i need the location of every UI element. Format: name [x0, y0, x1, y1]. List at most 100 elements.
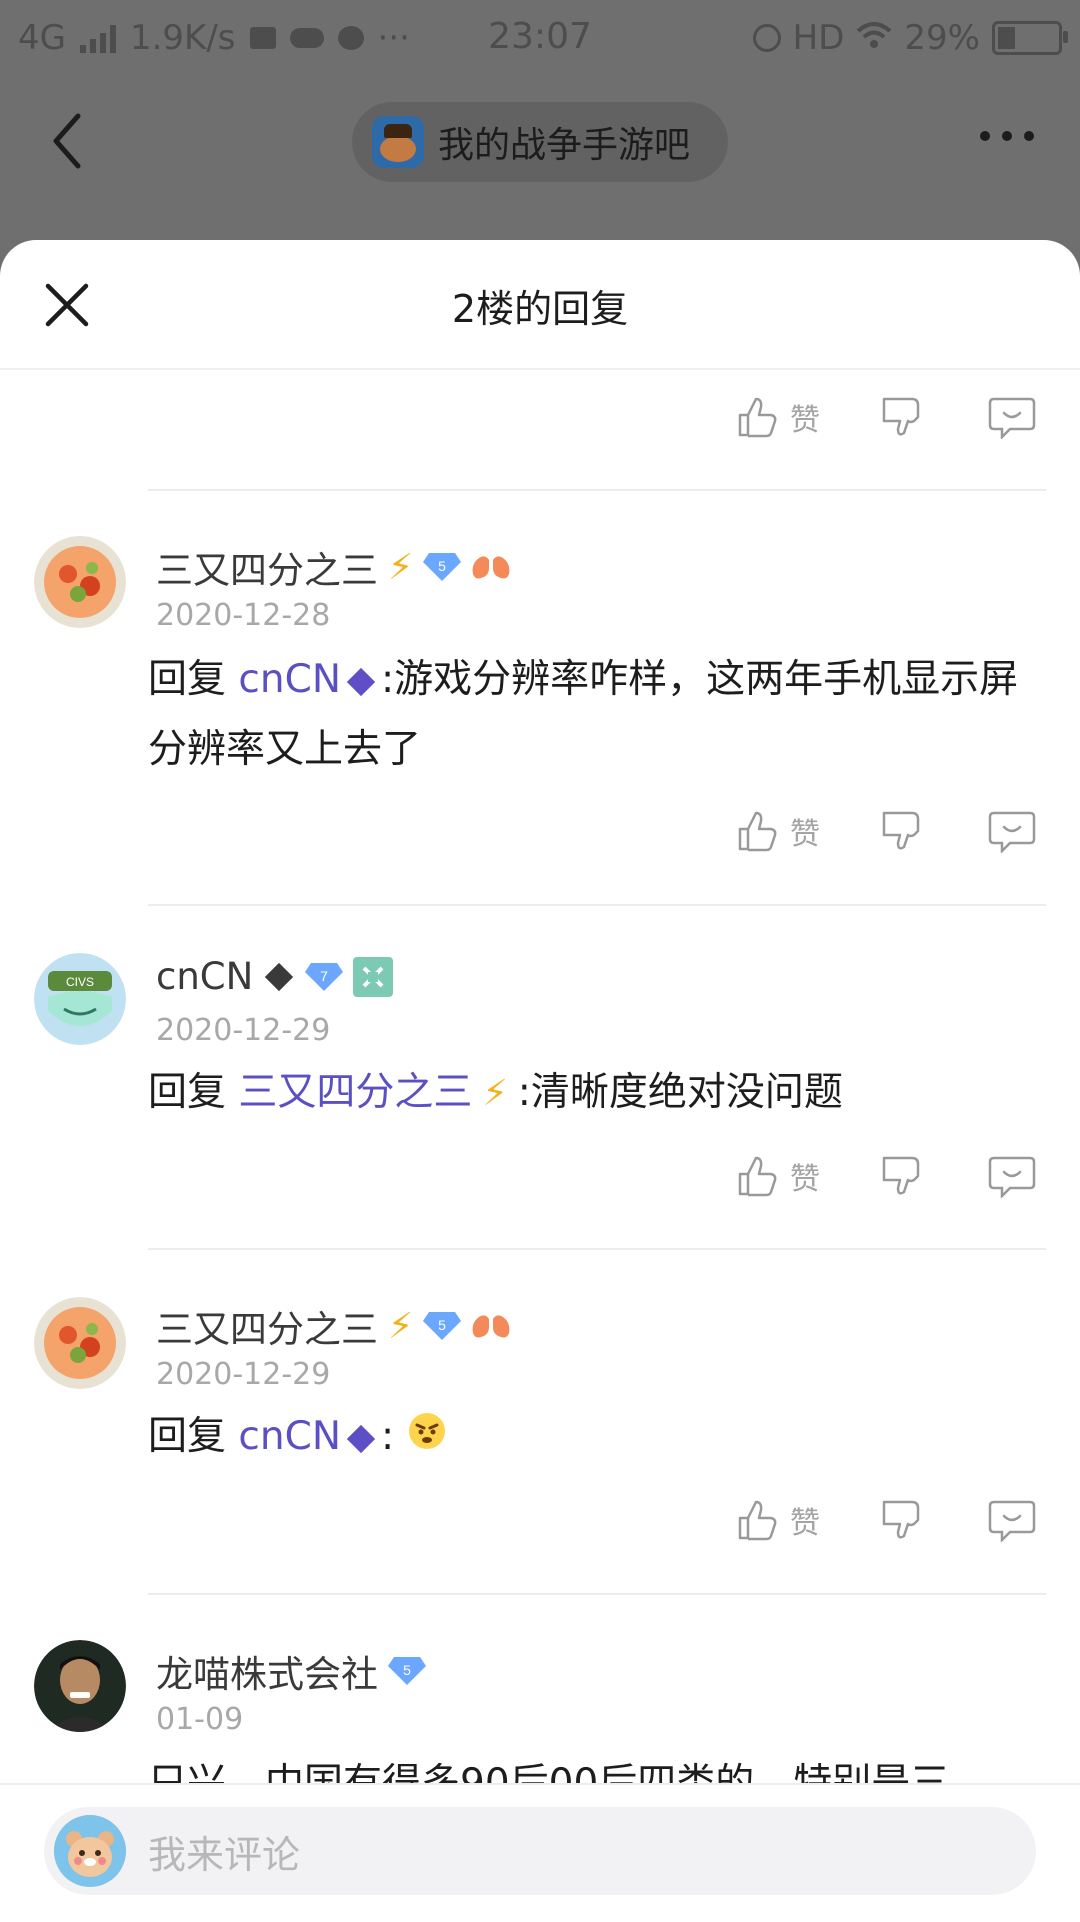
- thumbs-down-icon: [882, 397, 920, 436]
- dislike-button[interactable]: [880, 1154, 924, 1198]
- food-avatar-image: [34, 1297, 126, 1389]
- comment-text: 回复 三又四分之三 ⚡:清晰度绝对没问题: [148, 1058, 1024, 1129]
- reply-button[interactable]: [988, 395, 1036, 439]
- thumbs-up-icon: [738, 1156, 777, 1197]
- status-bar: 4G 1.9K/s ··· 23:07 HD 29%: [0, 0, 1080, 76]
- username[interactable]: 三又四分之三 ⚡ 5: [156, 540, 511, 594]
- reply-to-user[interactable]: 三又四分之三 ⚡: [238, 1070, 517, 1115]
- level-number: 5: [438, 1317, 446, 1333]
- lightning-icon: ⚡: [388, 546, 414, 588]
- diamond-level-icon: 5: [423, 1312, 462, 1340]
- diamond-icon: [346, 1424, 376, 1454]
- chevron-left-icon: [53, 113, 81, 169]
- comment-date: 01-09: [156, 1702, 244, 1737]
- reply-prefix: 回复: [148, 1414, 227, 1459]
- username[interactable]: cnCN 7: [156, 955, 394, 998]
- comment-date: 2020-12-29: [156, 1357, 331, 1392]
- diamond-level-icon: 5: [423, 553, 462, 581]
- reply-button[interactable]: [988, 1154, 1036, 1198]
- dislike-button[interactable]: [880, 1498, 924, 1542]
- my-avatar: [54, 1815, 126, 1887]
- avatar[interactable]: [34, 536, 126, 628]
- reply-button[interactable]: [988, 1498, 1036, 1542]
- alarm-icon: [752, 24, 781, 52]
- back-button[interactable]: [46, 106, 86, 176]
- battery-percent: 29%: [904, 18, 980, 58]
- like-button[interactable]: 赞: [736, 1498, 820, 1542]
- level-badge: 5: [388, 1655, 426, 1687]
- divider: [148, 1593, 1046, 1595]
- thumbs-down-icon: [882, 811, 920, 850]
- comment-bubble-icon: [988, 811, 1036, 853]
- username-text: 三又四分之三: [156, 549, 378, 592]
- forum-pill[interactable]: 我的战争手游吧: [352, 102, 728, 182]
- reply-sheet: 2楼的回复 赞 三又四分之三 ⚡ 5 2020-12-28 回复 cnCN:游…: [0, 240, 1080, 1920]
- divider: [148, 904, 1046, 906]
- like-label: 赞: [790, 817, 820, 852]
- forum-name: 我的战争手游吧: [438, 125, 691, 166]
- reply-to-user[interactable]: cnCN: [238, 1414, 381, 1459]
- hd-label: HD: [792, 18, 845, 58]
- more-button[interactable]: [980, 131, 1034, 141]
- badge-square-icon: [353, 956, 394, 997]
- username-text: 三又四分之三: [156, 1308, 378, 1351]
- level-number: 7: [320, 968, 328, 984]
- comment-bar: 我来评论: [0, 1783, 1080, 1922]
- like-label: 赞: [790, 1506, 820, 1541]
- like-button[interactable]: 赞: [736, 1154, 820, 1198]
- dislike-button[interactable]: [880, 395, 924, 439]
- diamond-icon: [346, 667, 376, 697]
- like-label: 赞: [790, 403, 820, 438]
- thumbs-down-icon: [882, 1500, 920, 1539]
- like-button[interactable]: 赞: [736, 395, 820, 439]
- level-badge: 7: [305, 961, 344, 993]
- username-text: cnCN: [156, 955, 254, 998]
- lightning-icon: ⚡: [482, 1073, 508, 1114]
- thumbs-up-icon: [738, 1500, 777, 1541]
- level-badge: 5: [423, 1310, 462, 1342]
- battery-icon: [992, 21, 1068, 55]
- level-badge: 5: [423, 551, 462, 583]
- comment-date: 2020-12-28: [156, 598, 331, 633]
- sheet-header: 2楼的回复: [0, 240, 1080, 370]
- comment-text: 回复 cnCN:: [148, 1402, 1024, 1474]
- username[interactable]: 三又四分之三 ⚡ 5: [156, 1299, 511, 1353]
- reply-prefix: 回复: [148, 657, 227, 702]
- diamond-level-icon: 5: [388, 1657, 426, 1685]
- comment-text: 回复 cnCN:游戏分辨率咋样，这两年手机显示屏分辨率又上去了: [148, 645, 1024, 785]
- username-text: 龙喵株式会社: [156, 1653, 378, 1696]
- level-number: 5: [438, 558, 446, 574]
- diamond-level-icon: 7: [305, 962, 344, 991]
- thumbs-down-icon: [882, 1156, 920, 1195]
- avatar[interactable]: CIVS: [34, 953, 126, 1045]
- action-row: 赞: [0, 1498, 1080, 1568]
- like-button[interactable]: 赞: [736, 809, 820, 853]
- annoyed-emoji-icon: [407, 1404, 447, 1474]
- more-dots-icon: [980, 131, 990, 141]
- reply-button[interactable]: [988, 809, 1036, 853]
- avatar[interactable]: [34, 1297, 126, 1389]
- avatar[interactable]: [34, 1640, 126, 1732]
- reply-prefix: 回复: [148, 1070, 227, 1115]
- username[interactable]: 龙喵株式会社 5: [156, 1644, 426, 1698]
- action-row: 赞: [0, 1154, 1080, 1224]
- comment-placeholder: 我来评论: [148, 1832, 301, 1877]
- thumbs-up-icon: [738, 397, 777, 438]
- reply-to-user[interactable]: cnCN: [238, 657, 381, 702]
- food-avatar-image: [34, 536, 126, 628]
- wifi-icon: [856, 18, 892, 58]
- action-row: 赞: [0, 395, 1080, 465]
- lightning-icon: ⚡: [388, 1305, 414, 1347]
- comment-bubble-icon: [988, 1500, 1036, 1542]
- lungs-icon: [471, 546, 511, 589]
- mask-avatar-image: CIVS: [34, 953, 126, 1045]
- portrait-avatar-image: [34, 1640, 126, 1732]
- comment-bubble-icon: [988, 397, 1036, 439]
- thumbs-up-icon: [738, 811, 777, 852]
- reply-body: :清晰度绝对没问题: [517, 1070, 843, 1115]
- comment-input[interactable]: 我来评论: [44, 1807, 1036, 1895]
- like-label: 赞: [790, 1162, 820, 1197]
- lungs-icon: [471, 1305, 511, 1348]
- dislike-button[interactable]: [880, 809, 924, 853]
- comment-bubble-icon: [988, 1156, 1036, 1198]
